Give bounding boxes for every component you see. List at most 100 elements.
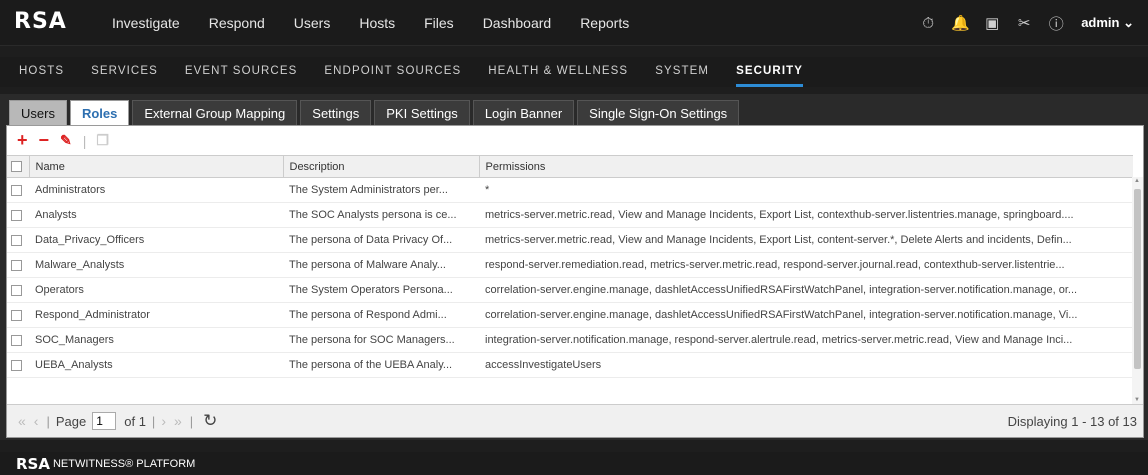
- refresh-icon[interactable]: ↻: [203, 411, 217, 431]
- footer: RSA NETWITNESS® PLATFORM: [0, 452, 1148, 475]
- tab-sso-settings[interactable]: Single Sign-On Settings: [577, 100, 740, 125]
- delete-role-button[interactable]: −: [39, 130, 50, 151]
- row-checkbox[interactable]: [11, 334, 22, 346]
- notes-icon[interactable]: ▣: [983, 14, 1001, 32]
- prev-page-icon[interactable]: ‹: [34, 413, 39, 429]
- subnav-security[interactable]: SECURITY: [736, 57, 803, 87]
- row-checkbox[interactable]: [11, 234, 22, 246]
- table-scrollbar[interactable]: ▲ ▼: [1132, 177, 1143, 404]
- role-name: Malware_Analysts: [29, 252, 283, 278]
- role-name: Data_Privacy_Officers: [29, 227, 283, 253]
- table-row[interactable]: Administrators The System Administrators…: [7, 177, 1133, 203]
- row-checkbox[interactable]: [11, 209, 22, 221]
- row-checkbox[interactable]: [11, 309, 22, 321]
- role-permissions: integration-server.notification.manage, …: [479, 327, 1133, 353]
- role-name: Respond_Administrator: [29, 302, 283, 328]
- tools-icon[interactable]: ✂: [1015, 14, 1033, 32]
- table-row[interactable]: UEBA_Analysts The persona of the UEBA An…: [7, 352, 1133, 378]
- row-checkbox[interactable]: [11, 359, 22, 371]
- subnav-health-wellness[interactable]: HEALTH & WELLNESS: [488, 57, 628, 87]
- page-label: Page: [55, 413, 87, 429]
- roles-toolbar: + − ✎ | ❐: [7, 126, 1143, 155]
- role-name: SOC_Managers: [29, 327, 283, 353]
- page-number-input[interactable]: [92, 412, 117, 430]
- role-description: The persona of Data Privacy Of...: [283, 227, 479, 253]
- footer-rsa-logo: RSA: [16, 454, 50, 473]
- column-header-permissions[interactable]: Permissions: [478, 155, 1133, 178]
- role-name: UEBA_Analysts: [29, 352, 283, 378]
- scrollbar-thumb[interactable]: [1134, 189, 1141, 369]
- tab-login-banner[interactable]: Login Banner: [472, 100, 575, 125]
- role-permissions: metrics-server.metric.read, View and Man…: [479, 227, 1133, 253]
- nav-reports[interactable]: Reports: [580, 15, 629, 31]
- tab-pki-settings[interactable]: PKI Settings: [374, 100, 470, 125]
- role-permissions: correlation-server.engine.manage, dashle…: [479, 277, 1133, 303]
- pager-divider: |: [151, 413, 156, 429]
- subnav-system[interactable]: SYSTEM: [655, 57, 709, 87]
- role-description: The SOC Analysts persona is ce...: [283, 202, 479, 228]
- table-row[interactable]: Operators The System Operators Persona..…: [7, 277, 1133, 303]
- first-page-icon[interactable]: «: [18, 413, 26, 429]
- select-all-checkbox[interactable]: [11, 161, 22, 173]
- column-header-name[interactable]: Name: [28, 155, 283, 178]
- nav-files[interactable]: Files: [424, 15, 454, 31]
- nav-dashboard[interactable]: Dashboard: [483, 15, 552, 31]
- role-description: The System Operators Persona...: [283, 277, 479, 303]
- security-tabs: Users Roles External Group Mapping Setti…: [9, 100, 742, 125]
- main-nav: Investigate Respond Users Hosts Files Da…: [112, 0, 658, 46]
- role-permissions: *: [479, 177, 1133, 203]
- timer-icon[interactable]: ⏱: [919, 15, 937, 32]
- next-page-icon[interactable]: ›: [161, 413, 166, 429]
- help-icon[interactable]: ⓘ: [1047, 13, 1065, 34]
- row-checkbox[interactable]: [11, 259, 22, 271]
- top-navigation-bar: RSA Investigate Respond Users Hosts File…: [0, 0, 1148, 46]
- column-header-description[interactable]: Description: [282, 155, 479, 178]
- user-menu[interactable]: admin ⌄: [1081, 15, 1134, 31]
- subnav-event-sources[interactable]: EVENT SOURCES: [185, 57, 298, 87]
- role-permissions: metrics-server.metric.read, View and Man…: [479, 202, 1133, 228]
- subnav-services[interactable]: SERVICES: [91, 57, 158, 87]
- roles-table: Name Description Permissions Administrat…: [7, 155, 1133, 378]
- role-name: Operators: [29, 277, 283, 303]
- row-checkbox[interactable]: [11, 184, 22, 196]
- clone-role-button[interactable]: ❐: [96, 132, 109, 149]
- role-name: Administrators: [29, 177, 283, 203]
- last-page-icon[interactable]: »: [174, 413, 182, 429]
- tab-users[interactable]: Users: [9, 100, 67, 125]
- roles-panel: + − ✎ | ❐ Name Description Permissions A…: [6, 125, 1144, 438]
- toolbar-divider: |: [82, 132, 87, 149]
- role-description: The persona of Respond Admi...: [283, 302, 479, 328]
- scroll-up-icon[interactable]: ▲: [1134, 178, 1140, 184]
- table-row[interactable]: SOC_Managers The persona for SOC Manager…: [7, 327, 1133, 353]
- top-icons: ⏱ 🔔 ▣ ✂ ⓘ admin ⌄: [905, 0, 1134, 46]
- pager-divider: |: [189, 413, 194, 429]
- subnav-hosts[interactable]: HOSTS: [19, 57, 64, 87]
- tab-settings[interactable]: Settings: [300, 100, 372, 125]
- page-total: of 1: [124, 413, 146, 429]
- role-description: The persona of the UEBA Analy...: [283, 352, 479, 378]
- content-area: Users Roles External Group Mapping Setti…: [0, 94, 1148, 440]
- table-row[interactable]: Data_Privacy_Officers The persona of Dat…: [7, 227, 1133, 253]
- table-row[interactable]: Malware_Analysts The persona of Malware …: [7, 252, 1133, 278]
- role-description: The persona of Malware Analy...: [283, 252, 479, 278]
- role-description: The persona for SOC Managers...: [283, 327, 479, 353]
- nav-users[interactable]: Users: [294, 15, 331, 31]
- subnav-endpoint-sources[interactable]: ENDPOINT SOURCES: [324, 57, 461, 87]
- table-row[interactable]: Analysts The SOC Analysts persona is ce.…: [7, 202, 1133, 228]
- nav-investigate[interactable]: Investigate: [112, 15, 180, 31]
- add-role-button[interactable]: +: [17, 130, 28, 151]
- role-permissions: respond-server.remediation.read, metrics…: [479, 252, 1133, 278]
- admin-sub-nav: HOSTS SERVICES EVENT SOURCES ENDPOINT SO…: [0, 57, 1148, 87]
- pagination-bar: « ‹ | Page of 1 | › » | ↻ Displaying 1 -…: [7, 404, 1143, 437]
- edit-role-button[interactable]: ✎: [60, 132, 72, 149]
- nav-respond[interactable]: Respond: [209, 15, 265, 31]
- tab-roles[interactable]: Roles: [69, 100, 130, 125]
- row-checkbox[interactable]: [11, 284, 22, 296]
- role-name: Analysts: [29, 202, 283, 228]
- bell-icon[interactable]: 🔔: [951, 14, 970, 32]
- tab-external-group-mapping[interactable]: External Group Mapping: [132, 100, 298, 125]
- display-count: Displaying 1 - 13 of 13: [1007, 413, 1137, 429]
- nav-hosts[interactable]: Hosts: [359, 15, 395, 31]
- scroll-down-icon[interactable]: ▼: [1134, 397, 1140, 403]
- table-row[interactable]: Respond_Administrator The persona of Res…: [7, 302, 1133, 328]
